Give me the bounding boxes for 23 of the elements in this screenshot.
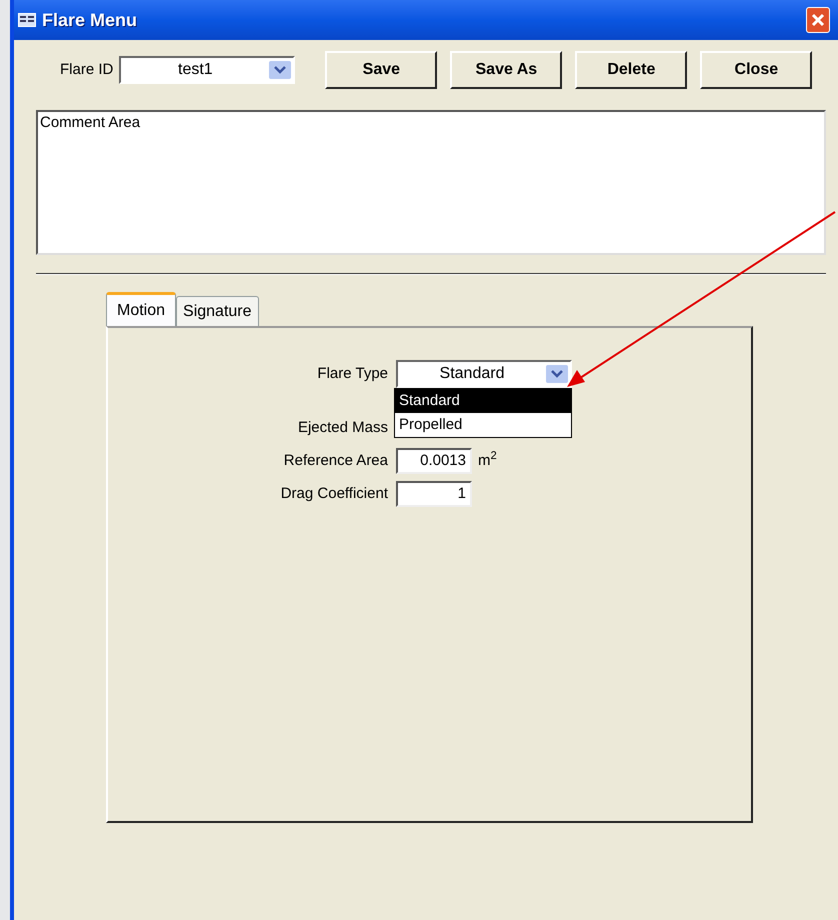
tab[interactable]: Signature: [176, 296, 259, 326]
comment-area[interactable]: Comment Area: [36, 110, 826, 255]
chevron-down-icon: [269, 61, 292, 79]
tab[interactable]: Motion: [106, 292, 176, 326]
close-icon[interactable]: [806, 7, 830, 33]
flare-id-dropdown[interactable]: test1: [119, 56, 296, 84]
window-title: Flare Menu: [42, 8, 138, 32]
field-label: Flare Type: [316, 364, 388, 384]
dropdown-option[interactable]: Propelled: [395, 413, 571, 437]
toolbar-button[interactable]: Close: [700, 51, 812, 89]
toolbar-button[interactable]: Save As: [450, 51, 562, 89]
dropdown-option[interactable]: Standard: [395, 389, 571, 413]
form-icon: [18, 13, 36, 27]
field-label: Ejected Mass: [296, 418, 388, 438]
toolbar-button[interactable]: Save: [325, 51, 438, 89]
input-field[interactable]: 0.0013: [396, 448, 472, 474]
field-label: Drag Coefficient: [280, 484, 388, 504]
toolbar-button[interactable]: Delete: [575, 51, 688, 89]
input-field[interactable]: 1: [396, 481, 472, 507]
chevron-down-icon: [546, 365, 568, 383]
field-label: Flare ID: [60, 60, 114, 80]
unit-label: m$^{2}$: [478, 450, 497, 471]
field-label: Reference Area: [282, 450, 388, 471]
